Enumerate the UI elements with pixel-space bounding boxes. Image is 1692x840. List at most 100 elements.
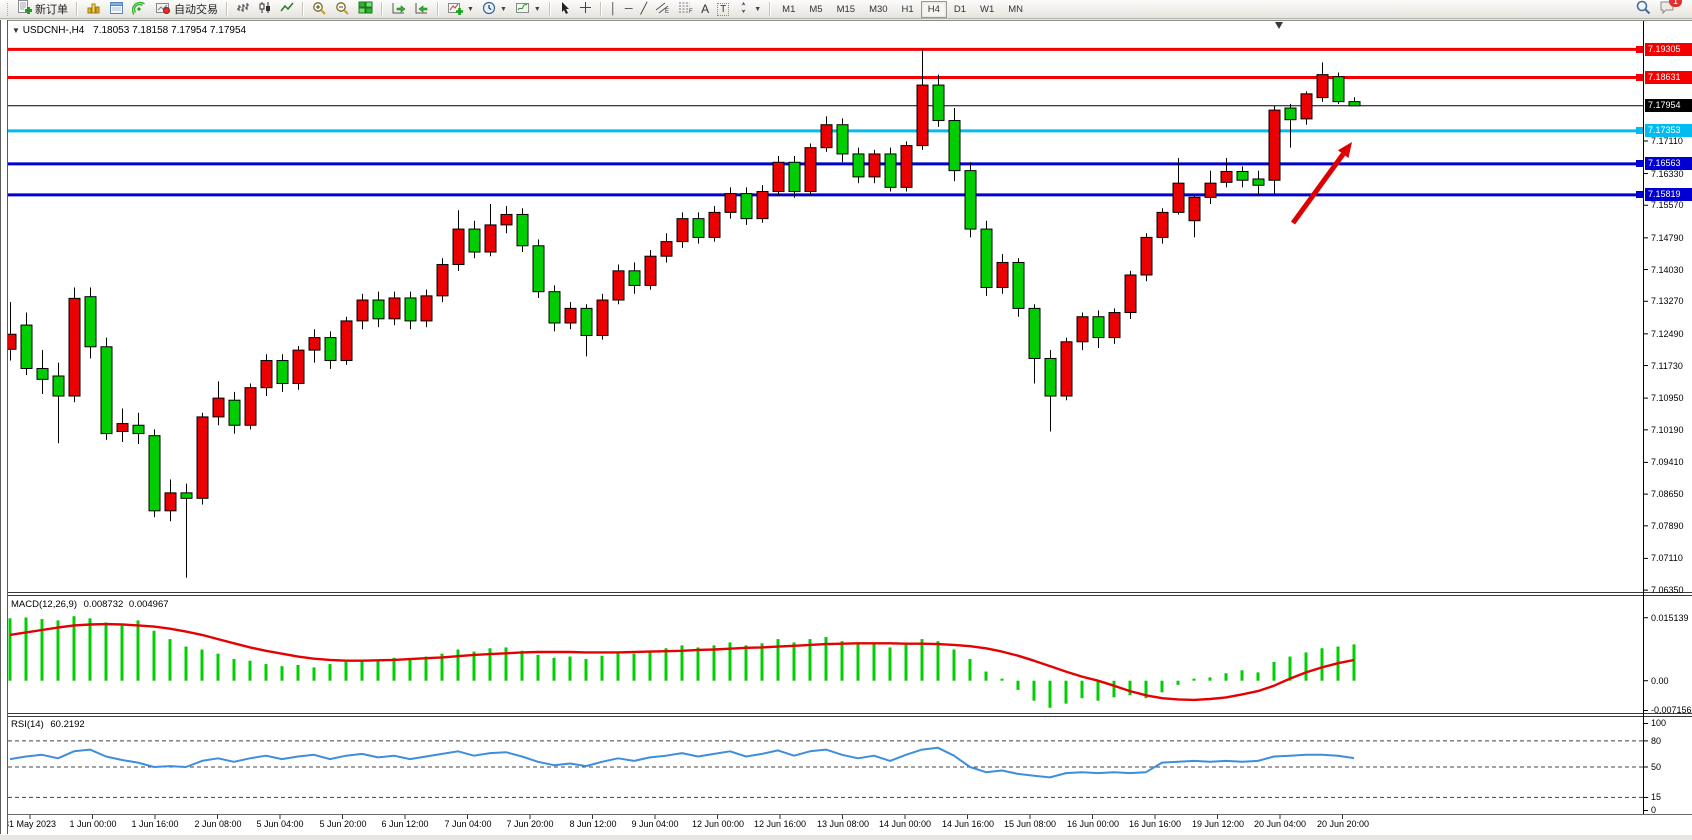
zoom-out-button[interactable] bbox=[331, 1, 354, 18]
periods-button[interactable]: ▼ bbox=[478, 1, 511, 18]
notifications-button[interactable]: 1 bbox=[1655, 1, 1680, 18]
chevron-down-icon: ▼ bbox=[500, 6, 507, 13]
panel-separator[interactable] bbox=[0, 592, 1692, 593]
autotrading-button[interactable]: 自动交易 bbox=[151, 1, 222, 18]
macd-main-value: 0.008732 bbox=[84, 599, 124, 610]
chart-line-button[interactable] bbox=[276, 1, 298, 18]
toolbar: 新订单 自动交易 ▼ bbox=[0, 0, 1692, 19]
macd-title: MACD(12,26,9) 0.008732 0.004967 bbox=[11, 599, 169, 610]
new-order-icon bbox=[17, 0, 32, 18]
auto-scroll-button[interactable] bbox=[387, 1, 410, 18]
separator bbox=[437, 2, 439, 16]
clock-icon bbox=[482, 1, 496, 18]
timeframe-button-MN[interactable]: MN bbox=[1001, 1, 1030, 18]
zoom-in-button[interactable] bbox=[308, 1, 331, 18]
horizontal-line-tool[interactable]: ─ bbox=[621, 1, 637, 18]
panel-separator[interactable] bbox=[0, 595, 1692, 596]
timeframe-bar: M1M5M15M30H1H4D1W1MN bbox=[775, 1, 1030, 18]
chart-title: ▼ USDCNH-,H4 7.18053 7.18158 7.17954 7.1… bbox=[12, 25, 246, 36]
bar-chart-icon bbox=[236, 1, 250, 17]
candlestick-chart-icon bbox=[258, 1, 272, 17]
separator bbox=[381, 2, 383, 16]
timeframe-button-M30[interactable]: M30 bbox=[862, 1, 894, 18]
zoom-out-icon bbox=[335, 1, 350, 18]
window-left-frame bbox=[0, 20, 8, 834]
text-tool[interactable]: A bbox=[697, 1, 713, 18]
timeframe-button-M1[interactable]: M1 bbox=[775, 1, 802, 18]
vertical-line-icon: │ bbox=[610, 4, 617, 15]
panel-separator[interactable] bbox=[0, 713, 1692, 714]
search-icon bbox=[1635, 0, 1651, 18]
chart-shift-icon bbox=[414, 1, 429, 18]
navigator-button[interactable] bbox=[128, 1, 151, 18]
text-icon: A bbox=[701, 4, 709, 15]
svg-text:F: F bbox=[689, 9, 693, 14]
toolbar-grip bbox=[7, 3, 10, 16]
separator bbox=[600, 2, 602, 16]
timeframe-button-M15[interactable]: M15 bbox=[830, 1, 862, 18]
timeframe-button-D1[interactable]: D1 bbox=[947, 1, 973, 18]
new-order-button[interactable]: 新订单 bbox=[13, 1, 72, 18]
autotrading-label: 自动交易 bbox=[174, 1, 218, 17]
navigator-icon bbox=[132, 1, 147, 18]
fibonacci-tool[interactable]: F bbox=[674, 1, 697, 18]
equidistant-channel-icon: E bbox=[655, 1, 670, 17]
rsi-name-label: RSI(14) bbox=[11, 719, 44, 730]
chart-candles-button[interactable] bbox=[254, 1, 276, 18]
channel-tool[interactable]: E bbox=[651, 1, 674, 18]
arrows-icon bbox=[737, 1, 750, 17]
cursor-button[interactable] bbox=[555, 1, 575, 18]
price-axis[interactable] bbox=[1644, 21, 1692, 813]
chevron-down-icon: ▼ bbox=[534, 6, 541, 13]
notification-badge: 1 bbox=[1669, 0, 1682, 7]
crosshair-button[interactable] bbox=[575, 1, 596, 18]
chevron-down-icon: ▼ bbox=[754, 6, 761, 13]
text-label-icon: T bbox=[717, 3, 729, 16]
data-window-button[interactable] bbox=[105, 1, 128, 18]
autotrading-icon bbox=[155, 1, 171, 18]
search-button[interactable] bbox=[1631, 1, 1655, 18]
timeframe-button-H4[interactable]: H4 bbox=[921, 1, 947, 18]
trendline-icon: ╱ bbox=[640, 4, 647, 15]
vertical-line-tool[interactable]: │ bbox=[606, 1, 621, 18]
rsi-title: RSI(14) 60.2192 bbox=[11, 719, 85, 730]
svg-text:E: E bbox=[665, 9, 669, 14]
text-label-tool[interactable]: T bbox=[713, 1, 733, 18]
notification-bubble-icon: 1 bbox=[1659, 0, 1676, 18]
chart-shift-button[interactable] bbox=[410, 1, 433, 18]
arrows-tool[interactable]: ▼ bbox=[733, 1, 765, 18]
symbol-dropdown-icon[interactable]: ▼ bbox=[12, 26, 20, 35]
separator bbox=[769, 2, 771, 16]
auto-scroll-icon bbox=[391, 1, 406, 18]
quote-ohlc-label: 7.18053 7.18158 7.17954 7.17954 bbox=[93, 25, 246, 36]
timeframe-button-W1[interactable]: W1 bbox=[973, 1, 1001, 18]
panel-separator[interactable] bbox=[0, 716, 1692, 717]
separator bbox=[549, 2, 551, 16]
separator bbox=[76, 2, 78, 16]
new-order-label: 新订单 bbox=[35, 1, 68, 17]
line-chart-icon bbox=[280, 1, 294, 17]
symbol-period-label: USDCNH-,H4 bbox=[23, 25, 85, 36]
crosshair-icon bbox=[579, 1, 592, 17]
chart-bars-button[interactable] bbox=[232, 1, 254, 18]
indicators-icon bbox=[447, 1, 463, 18]
separator bbox=[302, 2, 304, 16]
separator bbox=[226, 2, 228, 16]
market-watch-button[interactable] bbox=[82, 1, 105, 18]
zoom-in-icon bbox=[312, 1, 327, 18]
data-window-icon bbox=[109, 1, 124, 18]
timeframe-button-M5[interactable]: M5 bbox=[802, 1, 829, 18]
timeframe-button-H1[interactable]: H1 bbox=[895, 1, 921, 18]
templates-icon bbox=[515, 1, 530, 18]
chevron-down-icon: ▼ bbox=[467, 6, 474, 13]
macd-signal-value: 0.004967 bbox=[129, 599, 169, 610]
templates-button[interactable]: ▼ bbox=[511, 1, 545, 18]
rsi-value: 60.2192 bbox=[50, 719, 84, 730]
indicators-button[interactable]: ▼ bbox=[443, 1, 478, 18]
fibonacci-icon: F bbox=[678, 1, 693, 17]
tile-windows-button[interactable] bbox=[354, 1, 377, 18]
market-watch-icon bbox=[86, 1, 101, 18]
time-axis[interactable] bbox=[8, 815, 1643, 835]
trendline-tool[interactable]: ╱ bbox=[636, 1, 651, 18]
macd-name-label: MACD(12,26,9) bbox=[11, 599, 77, 610]
